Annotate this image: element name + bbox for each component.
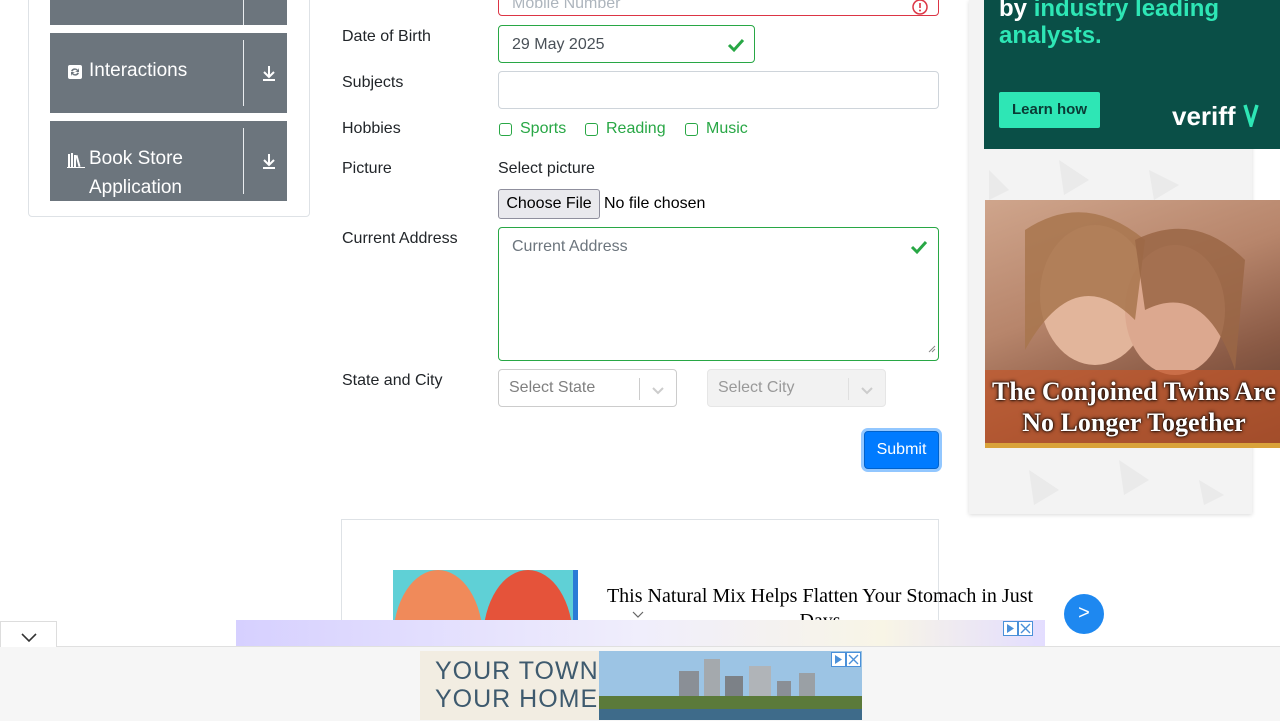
headline-highlight: industry leading (1033, 0, 1220, 22)
dob-label: Date of Birth (342, 28, 431, 45)
banner-line: YOUR HOME (435, 685, 599, 713)
headline-text: analysts. (999, 22, 1102, 49)
address-placeholder: Current Address (512, 238, 628, 255)
city-placeholder: Select City (718, 379, 795, 396)
next-button[interactable]: > (1064, 594, 1104, 634)
interactions-icon (67, 64, 83, 80)
twins-ad[interactable]: The Conjoined Twins Are No Longer Togeth… (985, 200, 1280, 448)
headline-text: by (999, 0, 1034, 22)
veriff-ad[interactable]: by industry leading analysts. Learn how … (984, 0, 1280, 149)
veriff-logo: veriff (1172, 101, 1259, 134)
city-select[interactable]: Select City (707, 369, 886, 407)
your-town-banner[interactable]: YOUR TOWN YOUR HOME (420, 651, 862, 720)
dob-value: 29 May 2025 (512, 36, 605, 53)
check-icon (727, 37, 745, 53)
chevron-down-icon[interactable] (857, 380, 877, 400)
banner-text: YOUR TOWN YOUR HOME (435, 657, 599, 713)
hobby-reading[interactable]: Reading (585, 120, 666, 138)
banner-line: YOUR TOWN (435, 657, 599, 685)
ad-choices-icon[interactable] (1003, 621, 1033, 641)
divider (243, 128, 244, 194)
twins-headline: The Conjoined Twins Are No Longer Togeth… (992, 377, 1276, 437)
hobbies-label: Hobbies (342, 120, 401, 137)
sidebar-item-label: Book Store (89, 148, 183, 169)
hobby-label[interactable]: Music (706, 120, 748, 138)
divider (243, 40, 244, 106)
ad-strip[interactable] (236, 611, 1045, 646)
error-icon (912, 0, 928, 20)
date-of-birth-input[interactable]: 29 May 2025 (498, 25, 755, 63)
veriff-mark-icon (1243, 103, 1259, 134)
choose-file-button[interactable]: Choose File (498, 189, 600, 219)
ad-choices-icon[interactable] (831, 652, 861, 672)
resize-handle[interactable] (928, 340, 936, 358)
divider (639, 378, 640, 400)
file-status: No file chosen (604, 195, 706, 212)
hobby-label[interactable]: Sports (520, 120, 566, 138)
sports-checkbox[interactable] (499, 122, 512, 136)
book-store-icon (67, 152, 85, 168)
select-picture-label: Select picture (498, 160, 595, 177)
music-checkbox[interactable] (685, 122, 698, 136)
learn-how-button[interactable]: Learn how (999, 92, 1100, 128)
current-address-textarea[interactable]: Current Address (498, 227, 939, 361)
divider (848, 378, 849, 400)
chevron-down-icon[interactable] (21, 630, 37, 648)
hobby-label[interactable]: Reading (606, 120, 666, 138)
sidebar-item-label: Application (89, 177, 182, 198)
submit-button[interactable]: Submit (864, 431, 939, 469)
state-city-label: State and City (342, 372, 443, 389)
mobile-field[interactable]: Mobile Number (498, 0, 939, 16)
veriff-headline: by industry leading analysts. (999, 0, 1219, 49)
sidebar-item-label: Interactions (89, 60, 188, 81)
download-icon[interactable] (260, 64, 278, 82)
collapse-tab[interactable] (0, 621, 57, 647)
hobby-music[interactable]: Music (685, 120, 748, 138)
download-icon[interactable] (260, 152, 278, 170)
mobile-placeholder: Mobile Number (512, 0, 621, 12)
sidebar-item-interactions[interactable]: Interactions (50, 33, 287, 113)
chevron-down-icon[interactable] (648, 380, 668, 400)
sidebar-item-book-store[interactable]: Book Store Application (50, 121, 287, 201)
reading-checkbox[interactable] (585, 122, 598, 136)
state-select[interactable]: Select State (498, 369, 677, 407)
check-icon (910, 239, 928, 255)
state-placeholder: Select State (509, 379, 596, 396)
city-photo (599, 651, 862, 720)
current-address-label: Current Address (342, 230, 458, 247)
subjects-input[interactable] (498, 71, 939, 109)
sidebar-card-top[interactable] (50, 0, 287, 25)
brand-text: veriff (1172, 101, 1236, 131)
picture-label: Picture (342, 160, 392, 177)
subjects-label: Subjects (342, 74, 404, 91)
chevron-down-icon[interactable] (632, 606, 644, 624)
hobby-sports[interactable]: Sports (499, 120, 566, 138)
divider (243, 0, 244, 25)
